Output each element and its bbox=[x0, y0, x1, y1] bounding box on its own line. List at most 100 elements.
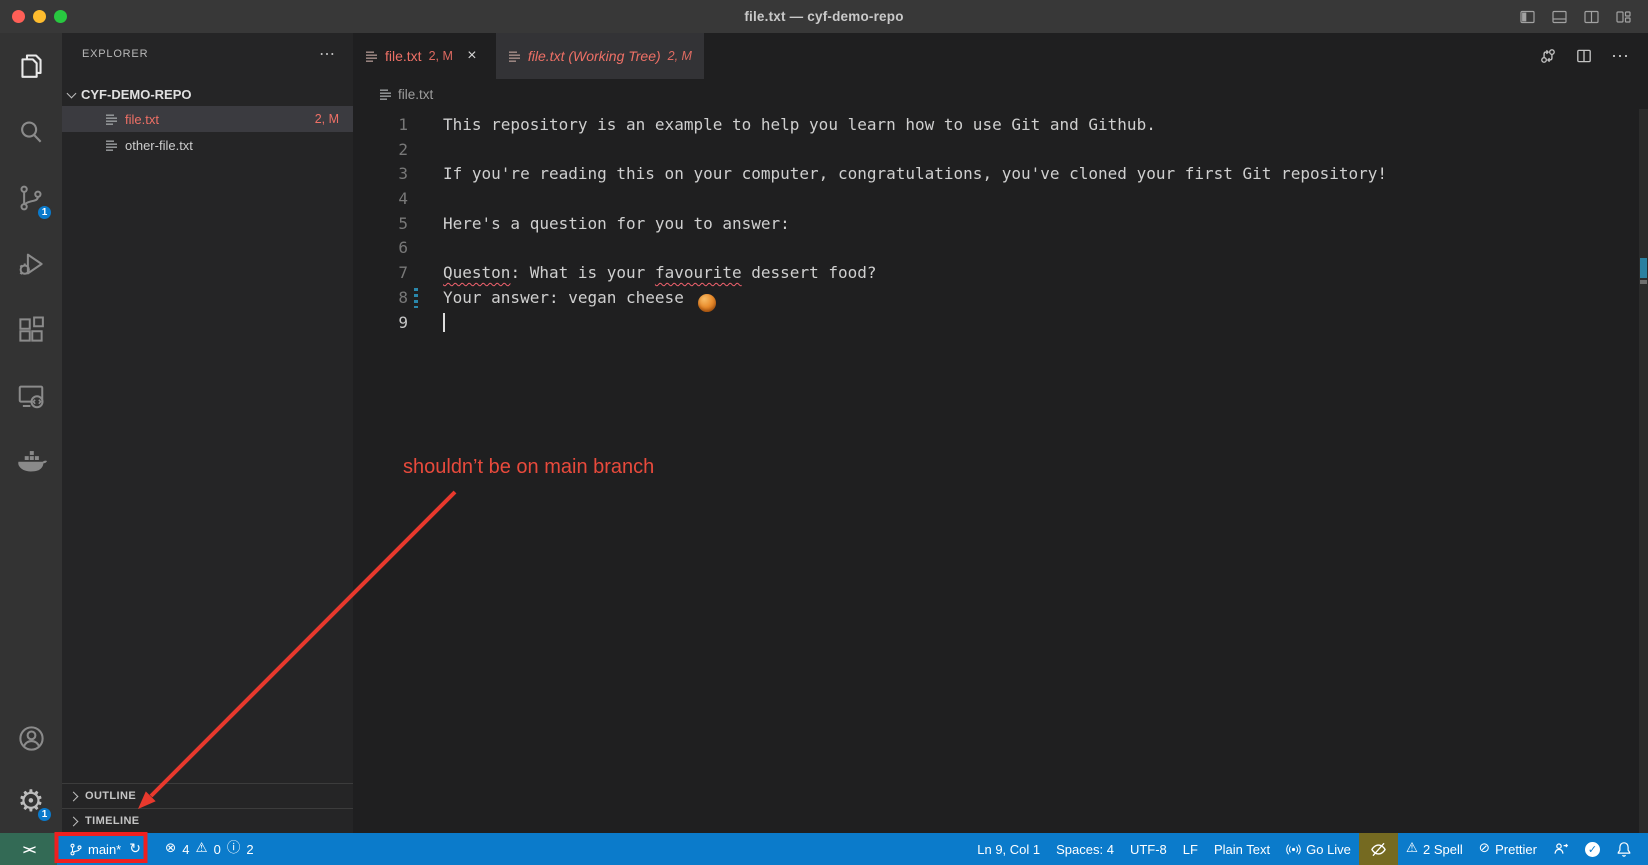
remote-indicator[interactable]: >< bbox=[0, 833, 57, 865]
text-file-icon bbox=[105, 139, 118, 152]
window-controls bbox=[12, 10, 67, 23]
open-changes-icon[interactable] bbox=[1539, 47, 1557, 65]
remote-explorer-icon bbox=[16, 381, 46, 411]
workbench: 1 ⚙ 1 EXPLORER ⋯ CYF-DEMO-R bbox=[0, 33, 1648, 833]
sidebar-item-search[interactable] bbox=[0, 99, 62, 165]
spell-checker-status[interactable]: ⚠︎ 2 Spell bbox=[1398, 833, 1471, 865]
info-icon: ⓘ bbox=[227, 842, 241, 856]
line-number: 6 bbox=[353, 236, 408, 261]
overview-marker bbox=[1640, 280, 1647, 284]
title-bar: file.txt — cyf-demo-repo bbox=[0, 0, 1648, 33]
broadcast-icon bbox=[1286, 841, 1301, 857]
chevron-right-icon bbox=[69, 816, 79, 826]
tab-git-badge: 2, M bbox=[429, 49, 453, 63]
run-debug-icon bbox=[16, 249, 46, 279]
sidebar-item-explorer[interactable] bbox=[0, 33, 62, 99]
editor-area: file.txt 2, M × file.txt (Working Tree)2, M… bbox=[353, 33, 1648, 833]
line-number: 3 bbox=[353, 162, 408, 187]
sync-icon[interactable]: ↻ bbox=[129, 841, 141, 857]
check-status-button[interactable]: ✓ bbox=[1577, 833, 1608, 865]
sidebar-item-run-and-debug[interactable] bbox=[0, 231, 62, 297]
tab-bar: file.txt2, M×file.txt (Working Tree)2, M… bbox=[353, 33, 1648, 79]
encoding[interactable]: UTF-8 bbox=[1122, 833, 1175, 865]
line-text: Here's a question for you to answer: bbox=[443, 212, 790, 237]
timeline-section-header[interactable]: TIMELINE bbox=[62, 808, 353, 833]
line-number: 9 bbox=[353, 311, 408, 336]
text-file-icon bbox=[508, 50, 521, 63]
line-text: If you're reading this on your computer,… bbox=[443, 162, 1387, 187]
more-actions-ellipsis-icon[interactable]: ⋯ bbox=[1611, 46, 1630, 67]
text-file-icon bbox=[105, 113, 118, 126]
eol-sequence[interactable]: LF bbox=[1175, 833, 1206, 865]
sidebar-item-extensions[interactable] bbox=[0, 297, 62, 363]
code-line[interactable]: 6 bbox=[353, 236, 1648, 261]
problems-indicator[interactable]: ⊗ 4 ⚠︎ 0 ⓘ 2 bbox=[149, 833, 262, 865]
prettier-status[interactable]: ⊘ Prettier bbox=[1471, 833, 1545, 865]
settings-badge: 1 bbox=[36, 806, 53, 823]
chevron-down-icon bbox=[67, 88, 77, 98]
sidebar-item-remote-explorer[interactable] bbox=[0, 363, 62, 429]
notifications-button[interactable] bbox=[1608, 833, 1640, 865]
eye-slash-icon bbox=[1370, 841, 1387, 858]
code-line[interactable]: 1This repository is an example to help y… bbox=[353, 113, 1648, 138]
sidebar-item-source-control[interactable]: 1 bbox=[0, 165, 62, 231]
accounts-button[interactable] bbox=[0, 705, 62, 771]
editor-tab-file-txt-working-tree[interactable]: file.txt (Working Tree)2, M bbox=[496, 33, 704, 79]
breadcrumb[interactable]: file.txt bbox=[353, 79, 1648, 109]
text-file-icon bbox=[365, 50, 378, 63]
misspelled-word: favourite bbox=[655, 263, 742, 282]
close-window-button[interactable] bbox=[12, 10, 25, 23]
sidebar-item-docker[interactable] bbox=[0, 429, 62, 495]
line-text bbox=[443, 311, 445, 336]
language-mode[interactable]: Plain Text bbox=[1206, 833, 1278, 865]
minimize-window-button[interactable] bbox=[33, 10, 46, 23]
line-number: 7 bbox=[353, 261, 408, 286]
docker-icon bbox=[15, 446, 47, 478]
line-number: 2 bbox=[353, 138, 408, 163]
file-row-file-txt[interactable]: file.txt2, M bbox=[62, 106, 353, 132]
bell-icon bbox=[1616, 841, 1632, 857]
toggle-panel-icon[interactable] bbox=[1551, 9, 1568, 25]
remote-icon: >< bbox=[23, 842, 34, 857]
pie-emoji: 🥧 bbox=[698, 294, 716, 312]
zoom-window-button[interactable] bbox=[54, 10, 67, 23]
git-branch-icon bbox=[69, 842, 83, 857]
account-icon bbox=[16, 723, 47, 754]
code-editor[interactable]: 1This repository is an example to help y… bbox=[353, 109, 1648, 335]
outline-section-header[interactable]: OUTLINE bbox=[62, 783, 353, 808]
folder-row-cyf-demo-repo[interactable]: CYF-DEMO-REPO bbox=[62, 83, 353, 106]
settings-button[interactable]: ⚙ 1 bbox=[0, 771, 62, 833]
code-line[interactable]: 7Queston: What is your favourite dessert… bbox=[353, 261, 1648, 286]
branch-indicator[interactable]: main* ↻ bbox=[57, 833, 149, 865]
search-icon bbox=[16, 117, 46, 147]
explorer-actions-ellipsis-icon[interactable]: ⋯ bbox=[319, 44, 335, 64]
gutter bbox=[408, 138, 443, 163]
overview-ruler[interactable] bbox=[1639, 109, 1648, 833]
activity-bar: 1 ⚙ 1 bbox=[0, 33, 62, 833]
file-row-other-file-txt[interactable]: other-file.txt bbox=[62, 132, 353, 158]
indentation[interactable]: Spaces: 4 bbox=[1048, 833, 1122, 865]
customize-layout-icon[interactable] bbox=[1615, 9, 1632, 25]
editor-tab-file-txt[interactable]: file.txt2, M× bbox=[353, 33, 494, 79]
toggle-sidebar-icon[interactable] bbox=[1519, 9, 1536, 25]
gutter bbox=[408, 311, 443, 336]
split-editor-icon[interactable] bbox=[1575, 47, 1593, 65]
code-line[interactable]: 4 bbox=[353, 187, 1648, 212]
source-control-badge: 1 bbox=[36, 204, 53, 221]
hidden-eye-status-item[interactable] bbox=[1359, 833, 1398, 865]
go-live-button[interactable]: Go Live bbox=[1278, 833, 1359, 865]
git-status-badge: 2, M bbox=[315, 112, 339, 126]
code-line[interactable]: 8Your answer: vegan cheese 🥧 bbox=[353, 286, 1648, 311]
feedback-person-button[interactable] bbox=[1545, 833, 1577, 865]
cursor-position[interactable]: Ln 9, Col 1 bbox=[969, 833, 1048, 865]
gutter bbox=[408, 212, 443, 237]
code-line[interactable]: 2 bbox=[353, 138, 1648, 163]
tab-git-badge: 2, M bbox=[668, 49, 692, 63]
gutter bbox=[408, 162, 443, 187]
code-line[interactable]: 5Here's a question for you to answer: bbox=[353, 212, 1648, 237]
close-tab-icon[interactable]: × bbox=[462, 46, 482, 66]
code-line[interactable]: 3 If you're reading this on your computer… bbox=[353, 162, 1648, 187]
code-line[interactable]: 9 bbox=[353, 311, 1648, 336]
toggle-secondary-sidebar-icon[interactable] bbox=[1583, 9, 1600, 25]
files-icon bbox=[16, 51, 47, 82]
